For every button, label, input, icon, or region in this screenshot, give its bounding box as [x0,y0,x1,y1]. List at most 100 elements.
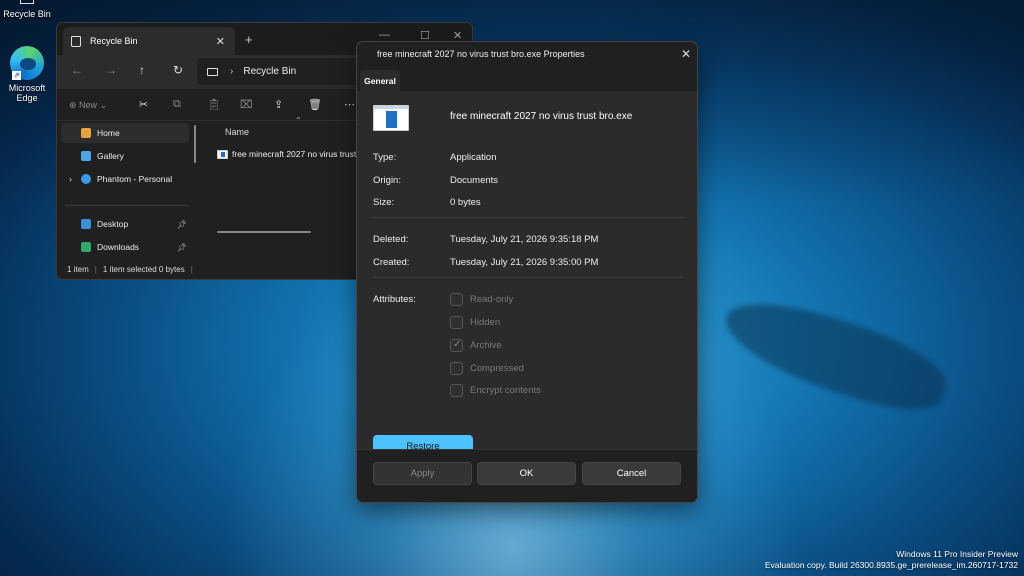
new-button[interactable]: ⊕ New ⌄ [69,100,107,111]
divider [373,277,683,278]
checkbox-archive[interactable]: Archive [450,339,502,352]
back-button[interactable]: ← [71,63,83,77]
more-options-icon[interactable]: ⋯ [344,98,355,111]
cancel-button[interactable]: Cancel [582,462,681,485]
sidebar-item-home[interactable]: Home [61,123,189,143]
new-tab-button[interactable]: + [245,32,253,47]
delete-icon[interactable]: 🗑︎ [308,98,322,111]
horizontal-scrollbar[interactable] [217,231,311,233]
sidebar-item-onedrive[interactable]: › Phantom - Personal [61,169,189,189]
desktop-icon-edge[interactable]: ↗ Microsoft Edge [0,46,57,103]
recycle-bin-icon [71,35,81,47]
shortcut-arrow-icon: ↗ [12,71,21,80]
pin-icon: 📌︎ [176,242,187,252]
copy-icon[interactable]: ⧉ [173,98,181,111]
file-name: free minecraft 2027 no virus trust bro.e… [232,149,363,159]
up-button[interactable]: ↑ [139,63,145,77]
checkbox-label: Read-only [470,294,514,305]
cloud-icon [81,174,91,184]
checkbox-label: Hidden [470,317,501,328]
download-icon [81,242,91,252]
pin-icon: 📌︎ [176,219,187,229]
status-item-count: 1 item [67,264,89,274]
sidebar-item-downloads[interactable]: Downloads 📌︎ [61,237,189,257]
status-selection: 1 item selected 0 bytes [102,264,185,274]
properties-dialog: free minecraft 2027 no virus trust bro.e… [356,41,698,503]
address-text: Recycle Bin [243,66,297,77]
created-value: Tuesday, July 21, 2026 9:35:00 PM [450,257,599,268]
checkbox-box[interactable] [450,316,463,329]
checkbox-encrypt-contents[interactable]: Encrypt contents [450,384,541,397]
created-label: Created: [373,257,410,268]
sidebar-item-gallery[interactable]: Gallery [61,146,189,166]
exe-file-icon [217,149,228,159]
size-label: Size: [373,197,395,208]
close-tab-icon[interactable]: ✕ [216,35,225,48]
desktop-icon-label: Microsoft Edge [8,83,46,103]
desktop-folder-icon [81,219,91,229]
deleted-label: Deleted: [373,234,409,245]
divider [373,217,683,218]
paste-icon[interactable]: 📋︎ [207,98,221,111]
desktop-icon-recycle-bin[interactable]: Recycle Bin [0,0,57,19]
dialog-titlebar: free minecraft 2027 no virus trust bro.e… [357,42,697,66]
tab-general[interactable]: General [360,70,400,91]
general-tab-content: free minecraft 2027 no virus trust bro.e… [357,91,697,476]
sort-ascending-icon: ⌃ [295,116,302,125]
checkbox-compressed[interactable]: Compressed [450,362,524,375]
ok-button[interactable]: OK [477,462,576,485]
sidebar-item-label: Downloads [97,242,140,252]
dialog-title: free minecraft 2027 no virus trust bro.e… [377,49,585,59]
checkbox-box[interactable] [450,362,463,375]
checkbox-label: Archive [470,340,502,351]
evaluation-watermark: Windows 11 Pro Insider Preview Evaluatio… [765,549,1018,571]
checkbox-box[interactable] [450,384,463,397]
exe-file-icon [373,105,409,131]
checkbox-box[interactable] [450,293,463,306]
home-icon [81,128,91,138]
filename-field: free minecraft 2027 no virus trust bro.e… [450,111,633,122]
tab-recycle-bin[interactable]: Recycle Bin ✕ [63,27,235,55]
sidebar-item-label: Phantom - Personal [97,174,173,184]
watermark-line-2: Evaluation copy. Build 26300.8935.ge_pre… [764,560,1018,570]
file-row[interactable]: free minecraft 2027 no virus trust bro.e… [213,145,363,163]
status-divider: | [94,264,97,274]
recycle-bin-icon [10,0,44,6]
forward-button[interactable]: → [105,63,117,77]
checkbox-read-only[interactable]: Read-only [450,293,513,306]
this-pc-icon [207,67,218,76]
navigation-pane: Home Gallery › Phantom - Personal Deskto… [57,121,197,252]
desktop-icon-label: Recycle Bin [3,9,51,19]
rename-icon[interactable]: ⌧ [240,98,253,111]
sidebar-item-desktop[interactable]: Desktop 📌︎ [61,214,189,234]
sidebar-item-label: Gallery [97,151,124,161]
origin-label: Origin: [373,175,401,186]
apply-button[interactable]: Apply [373,462,472,485]
checkbox-hidden[interactable]: Hidden [450,316,500,329]
cut-icon[interactable]: ✂ [139,98,148,111]
edge-icon: ↗ [10,46,44,80]
sidebar-item-label: Home [97,128,120,138]
chevron-right-icon[interactable]: › [69,174,72,184]
column-header-name[interactable]: Name [225,127,249,137]
type-value: Application [450,152,497,163]
sidebar-scrollbar[interactable] [194,125,196,163]
watermark-line-1: Windows 11 Pro Insider Preview [896,549,1018,559]
size-value: 0 bytes [450,197,481,208]
attributes-label: Attributes: [373,294,416,305]
share-icon[interactable]: ⇪ [274,98,283,111]
type-label: Type: [373,152,397,163]
dialog-footer: Apply OK Cancel [357,449,697,502]
new-button-label: New [79,100,98,110]
refresh-button[interactable]: ↻ [173,63,183,77]
checkbox-label: Encrypt contents [470,385,541,396]
close-dialog-button[interactable]: ✕ [681,47,691,61]
gallery-icon [81,151,91,161]
status-divider: | [190,264,193,274]
minimize-button[interactable]: — [379,29,390,41]
sidebar-divider [65,205,189,206]
checkbox-box-checked[interactable] [450,339,463,352]
dialog-tab-strip: General [357,66,697,91]
chevron-right-icon: › [230,66,234,77]
deleted-value: Tuesday, July 21, 2026 9:35:18 PM [450,234,599,245]
